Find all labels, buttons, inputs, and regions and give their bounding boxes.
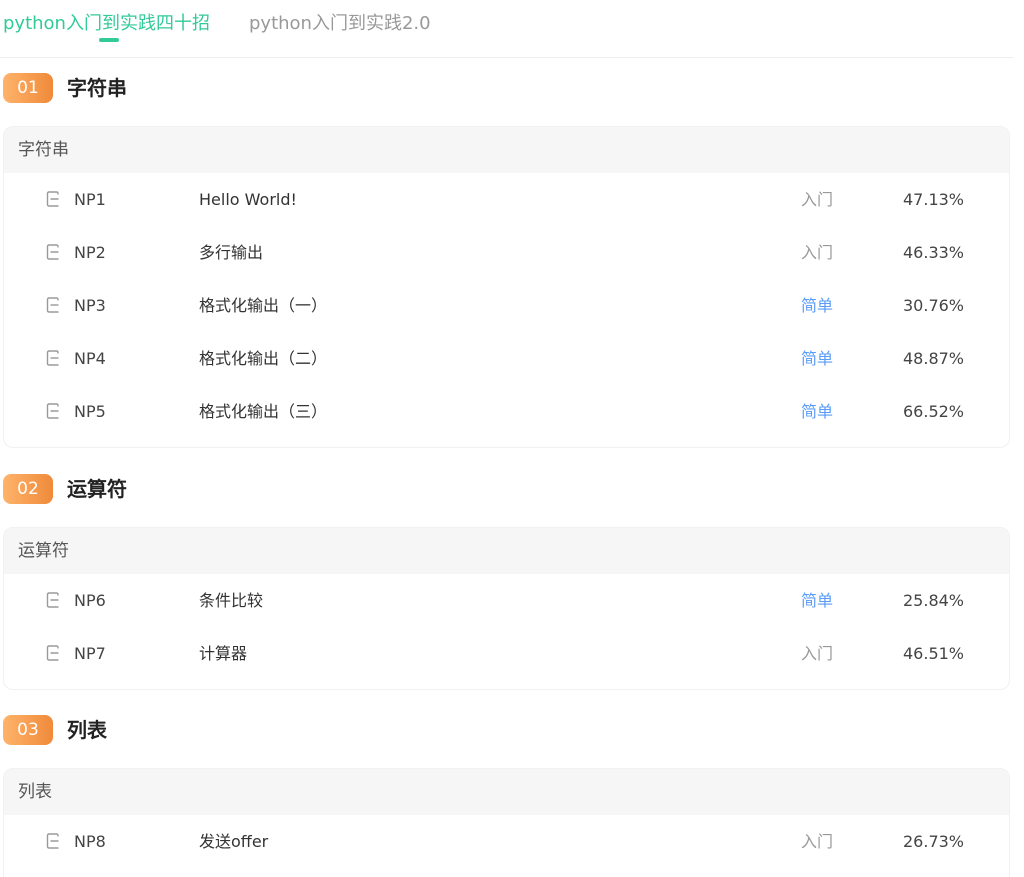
- problem-row[interactable]: NP5 格式化输出（三） 简单 66.52%: [4, 385, 1009, 438]
- difficulty-label: 入门: [801, 190, 834, 209]
- tab-python-forty-moves[interactable]: python入门到实践四十招: [3, 12, 210, 36]
- problem-id: NP5: [74, 402, 106, 421]
- tab-bar: python入门到实践四十招 python入门到实践2.0: [0, 0, 1014, 58]
- section-card-strings: 字符串 NP1 Hello World! 入门 47.13% NP2 多行输出 入门 46.3…: [3, 126, 1010, 448]
- problem-title[interactable]: 多行输出: [199, 226, 263, 279]
- section-number-badge: 01: [3, 73, 53, 103]
- card-header[interactable]: 字符串: [4, 127, 1009, 173]
- difficulty-label: 入门: [801, 243, 834, 262]
- tab-python-2-0[interactable]: python入门到实践2.0: [249, 12, 431, 36]
- difficulty-label: 简单: [801, 296, 834, 315]
- problem-title[interactable]: 计算器: [199, 627, 247, 680]
- problem-row[interactable]: NP6 条件比较 简单 25.84%: [4, 574, 1009, 627]
- document-icon: [46, 645, 60, 661]
- problem-row[interactable]: NP3 格式化输出（一） 简单 30.76%: [4, 279, 1009, 332]
- problem-id: NP6: [74, 591, 106, 610]
- card-header[interactable]: 列表: [4, 769, 1009, 815]
- pass-rate: 25.84%: [903, 591, 965, 610]
- document-icon: [46, 297, 60, 313]
- problem-id: NP7: [74, 644, 106, 663]
- problem-title[interactable]: 格式化输出（一）: [199, 279, 327, 332]
- difficulty-label: 简单: [801, 402, 834, 421]
- problem-rows: NP6 条件比较 简单 25.84% NP7 计算器 入门 46.51%: [4, 574, 1009, 680]
- document-icon: [46, 191, 60, 207]
- difficulty-label: 入门: [801, 832, 834, 851]
- pass-rate: 66.52%: [903, 402, 965, 421]
- pass-rate: 46.33%: [903, 243, 965, 262]
- difficulty-label: 简单: [801, 591, 834, 610]
- document-icon: [46, 592, 60, 608]
- problem-row[interactable]: NP1 Hello World! 入门 47.13%: [4, 173, 1009, 226]
- document-icon: [46, 403, 60, 419]
- pass-rate: 48.87%: [903, 349, 965, 368]
- problem-id: NP2: [74, 243, 106, 262]
- active-tab-indicator: [99, 38, 119, 42]
- section-card-lists: 列表 NP8 发送offer 入门 26.73%: [3, 768, 1010, 877]
- pass-rate: 46.51%: [903, 644, 965, 663]
- problem-id: NP1: [74, 190, 106, 209]
- section-number-badge: 03: [3, 715, 53, 745]
- problem-title[interactable]: 格式化输出（二）: [199, 332, 327, 385]
- problem-row[interactable]: NP2 多行输出 入门 46.33%: [4, 226, 1009, 279]
- problem-id: NP3: [74, 296, 106, 315]
- document-icon: [46, 244, 60, 260]
- section-title: 运算符: [67, 477, 127, 501]
- problem-title[interactable]: 格式化输出（三）: [199, 385, 327, 438]
- section-number-badge: 02: [3, 474, 53, 504]
- problem-id: NP4: [74, 349, 106, 368]
- difficulty-label: 入门: [801, 644, 834, 663]
- section-title: 字符串: [67, 76, 127, 100]
- section-card-operators: 运算符 NP6 条件比较 简单 25.84% NP7 计算器 入门 46.51%: [3, 527, 1010, 690]
- problem-title[interactable]: Hello World!: [199, 173, 297, 226]
- problem-list-page: python入门到实践四十招 python入门到实践2.0 01 字符串 字符串…: [0, 0, 1024, 877]
- problem-row[interactable]: NP8 发送offer 入门 26.73%: [4, 815, 1009, 868]
- problem-rows: NP1 Hello World! 入门 47.13% NP2 多行输出 入门 46.33% NP…: [4, 173, 1009, 438]
- problem-rows: NP8 发送offer 入门 26.73%: [4, 815, 1009, 868]
- pass-rate: 26.73%: [903, 832, 965, 851]
- difficulty-label: 简单: [801, 349, 834, 368]
- pass-rate: 47.13%: [903, 190, 965, 209]
- problem-row[interactable]: NP4 格式化输出（二） 简单 48.87%: [4, 332, 1009, 385]
- problem-title[interactable]: 发送offer: [199, 815, 268, 868]
- pass-rate: 30.76%: [903, 296, 965, 315]
- document-icon: [46, 350, 60, 366]
- card-header[interactable]: 运算符: [4, 528, 1009, 574]
- problem-row[interactable]: NP7 计算器 入门 46.51%: [4, 627, 1009, 680]
- section-title: 列表: [67, 718, 107, 742]
- problem-id: NP8: [74, 832, 106, 851]
- problem-title[interactable]: 条件比较: [199, 574, 263, 627]
- document-icon: [46, 833, 60, 849]
